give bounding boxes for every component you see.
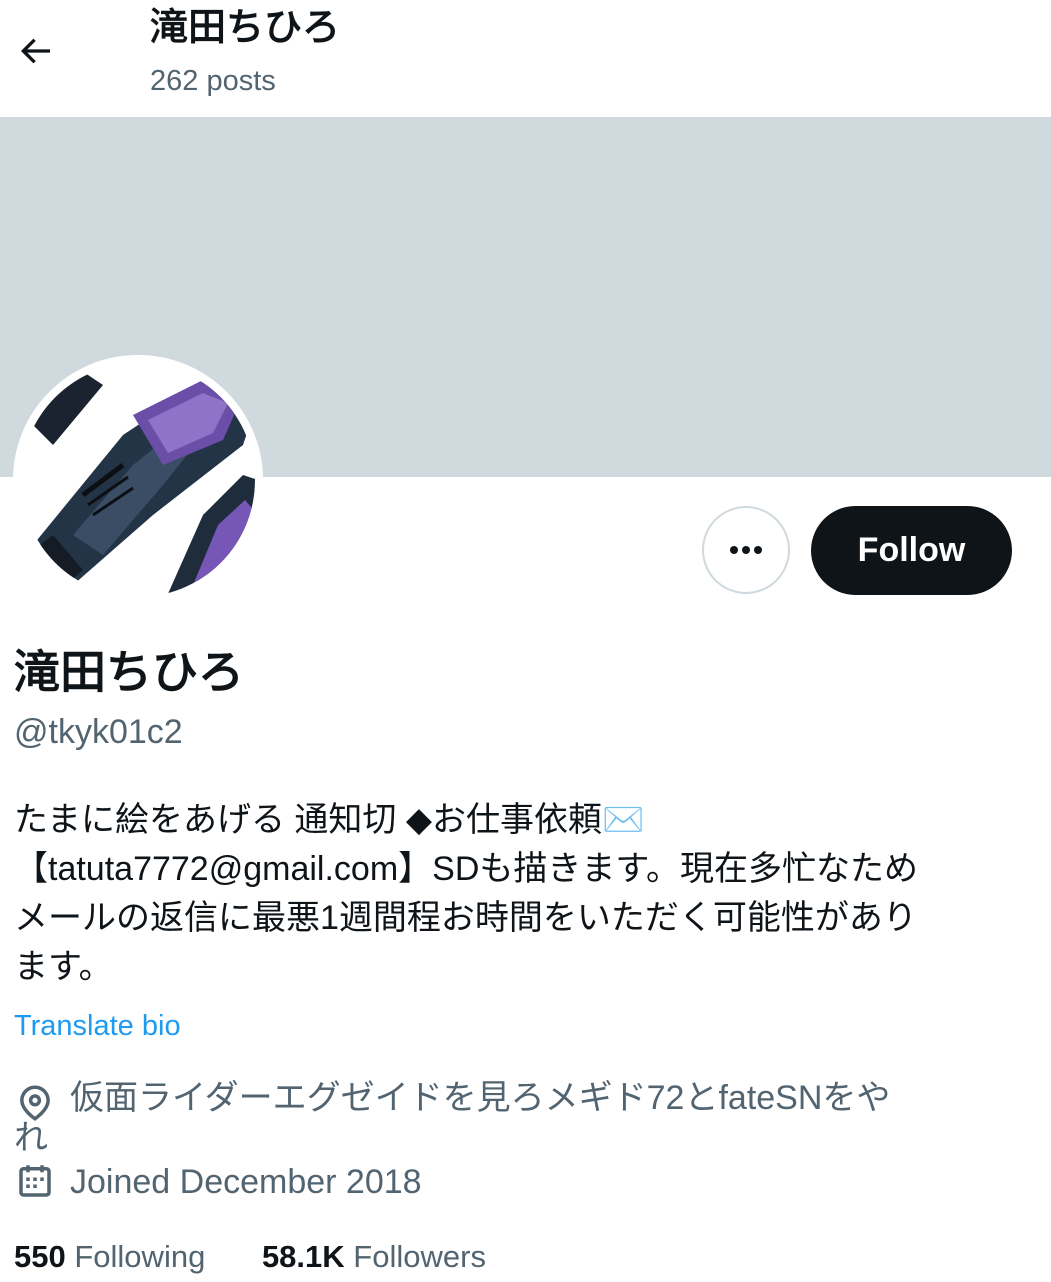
- follow-stats: 550 Following 58.1K Followers: [14, 1236, 486, 1278]
- following-count: 550: [14, 1239, 66, 1274]
- translate-bio-link[interactable]: Translate bio: [14, 1006, 181, 1046]
- more-options-button[interactable]: [702, 506, 790, 594]
- location-text-continued: れ: [14, 1119, 48, 1157]
- back-arrow-icon: [20, 38, 50, 64]
- header-display-name: 滝田ちひろ: [150, 7, 341, 49]
- following-link[interactable]: 550 Following: [14, 1236, 205, 1278]
- follow-button[interactable]: Follow: [811, 506, 1012, 595]
- followers-label: Followers: [353, 1239, 486, 1274]
- avatar-shoes-illustration: [13, 355, 263, 605]
- joined-date: Joined December 2018: [70, 1163, 422, 1201]
- back-button[interactable]: [12, 28, 58, 74]
- profile-handle: @tkyk01c2: [14, 713, 183, 751]
- top-bar: 滝田ちひろ 262 posts: [0, 0, 1051, 117]
- avatar[interactable]: [13, 355, 263, 605]
- following-label: Following: [74, 1239, 206, 1274]
- header-posts-count: 262 posts: [150, 65, 276, 97]
- followers-link[interactable]: 58.1K Followers: [262, 1236, 486, 1278]
- followers-count: 58.1K: [261, 1239, 345, 1274]
- location-text: 仮面ライダーエグゼイドを見ろメギド72とfateSNをや: [70, 1079, 891, 1117]
- profile-bio: たまに絵をあげる 通知切 ◆お仕事依頼✉️ 【tatuta7772@gmail.…: [14, 801, 918, 986]
- profile-display-name: 滝田ちひろ: [14, 646, 244, 698]
- calendar-icon: [19, 1165, 51, 1197]
- more-icon: [730, 546, 762, 554]
